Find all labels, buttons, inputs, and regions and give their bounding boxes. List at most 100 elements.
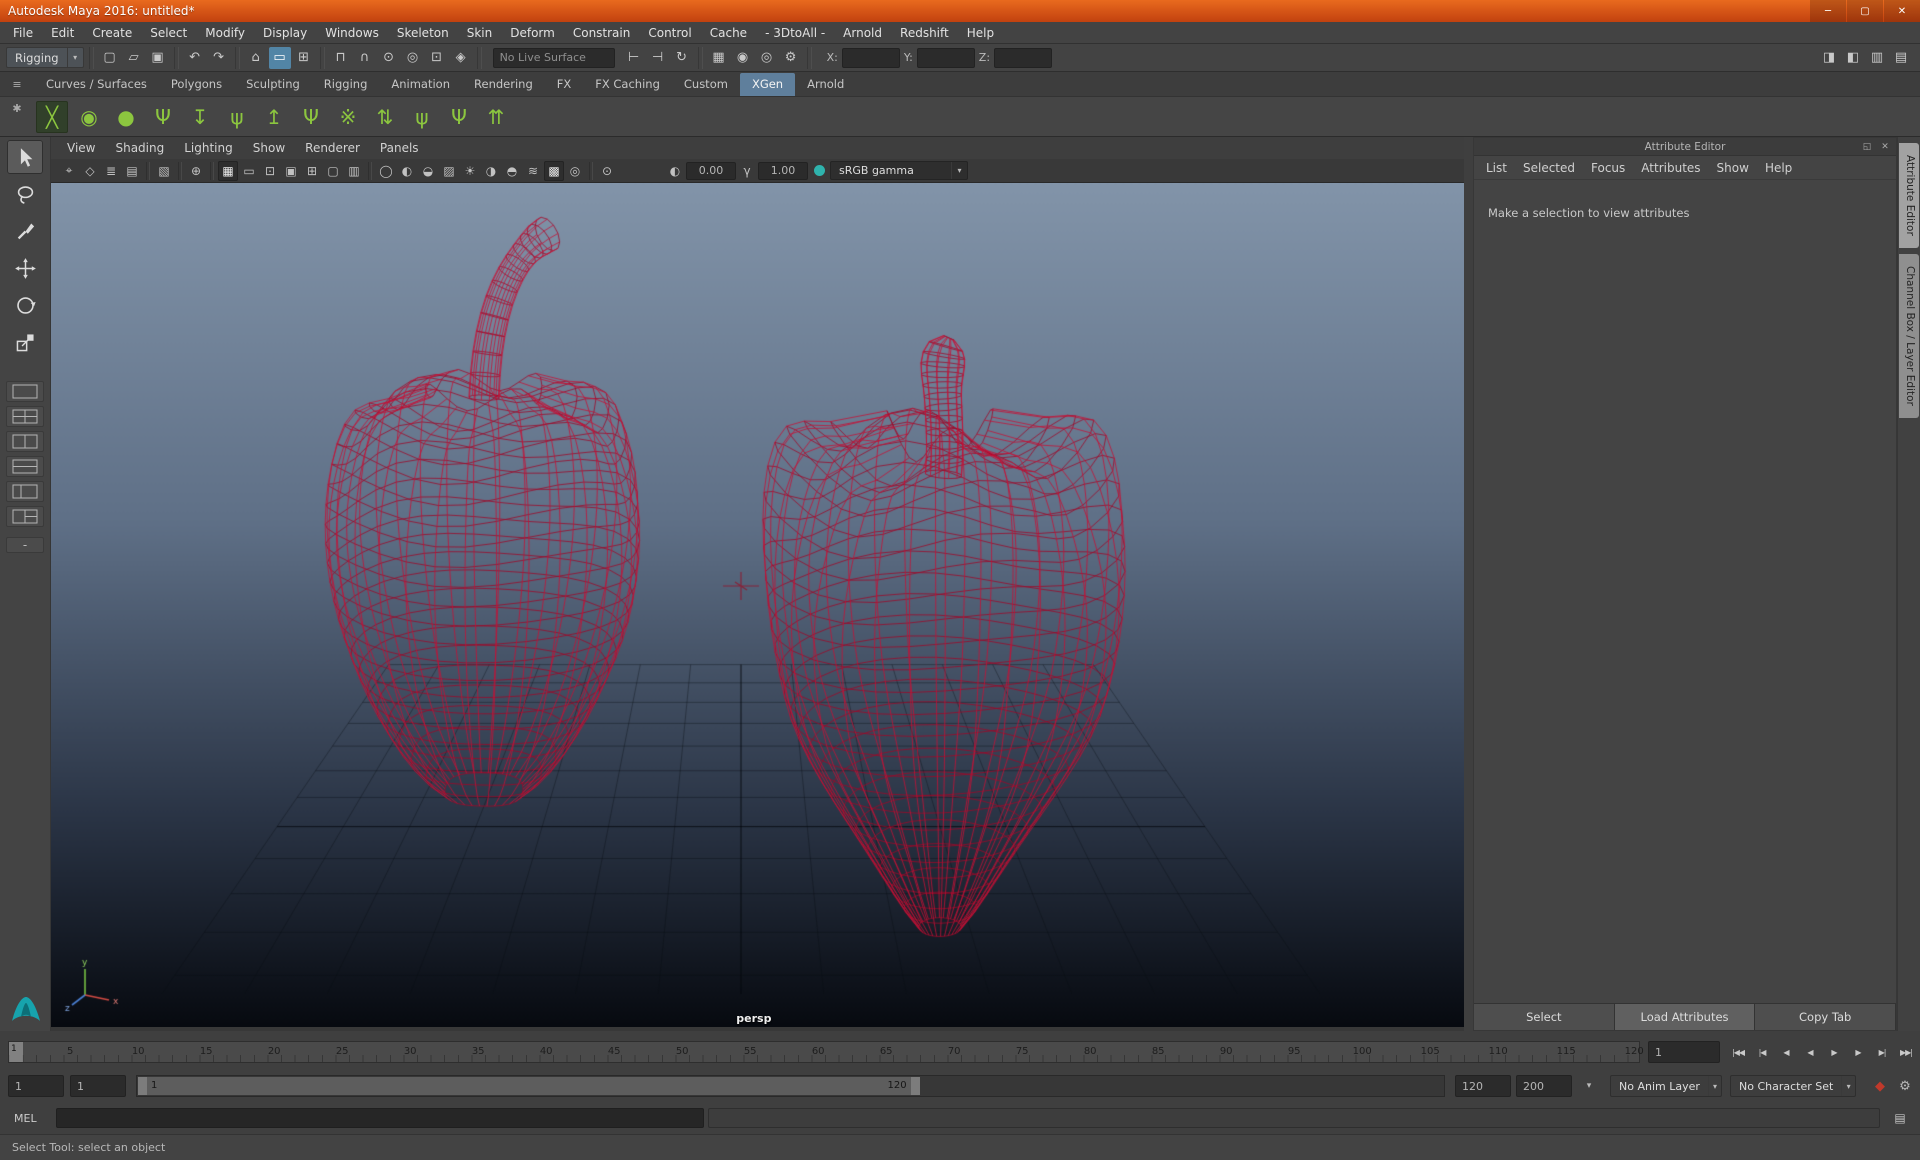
ae-menu-list[interactable]: List xyxy=(1478,156,1515,179)
shelf-tab-fx-caching[interactable]: FX Caching xyxy=(583,73,672,96)
save-scene-icon[interactable]: ▣ xyxy=(147,47,169,69)
safe-action-icon[interactable]: ▢ xyxy=(323,161,343,181)
input-connections-icon[interactable]: ⊢ xyxy=(623,47,645,69)
select-by-component-icon[interactable]: ⊞ xyxy=(293,47,315,69)
undo-icon[interactable]: ↶ xyxy=(184,47,206,69)
menu-skeleton[interactable]: Skeleton xyxy=(388,22,458,43)
menu-create[interactable]: Create xyxy=(83,22,141,43)
close-panel-icon[interactable]: ✕ xyxy=(1878,140,1892,154)
live-surface-field[interactable]: No Live Surface xyxy=(492,47,615,68)
select-by-object-icon[interactable]: ▭ xyxy=(268,46,291,69)
toggle-channel-box-icon[interactable]: ▤ xyxy=(1890,47,1912,69)
gamma-field[interactable]: 1.00 xyxy=(758,161,808,180)
shadows-icon[interactable]: ◑ xyxy=(481,161,501,181)
go-to-end-button[interactable]: ▶▶| xyxy=(1894,1041,1918,1063)
xgen-lift-guides-icon[interactable]: ↥ xyxy=(258,101,290,133)
step-forward-frame-button[interactable]: ▶| xyxy=(1870,1041,1894,1063)
field-chart-icon[interactable]: ⊞ xyxy=(302,161,322,181)
shelf-tab-custom[interactable]: Custom xyxy=(672,73,740,96)
menu-select[interactable]: Select xyxy=(141,22,196,43)
anim-layer-selector[interactable]: No Anim Layer ▾ xyxy=(1610,1075,1722,1097)
toggle-modeling-toolkit-icon[interactable]: ◨ xyxy=(1818,47,1840,69)
step-back-frame-button[interactable]: |◀ xyxy=(1750,1041,1774,1063)
float-panel-icon[interactable]: ◱ xyxy=(1860,140,1874,154)
xgen-comb-guides-icon[interactable]: ψ xyxy=(221,101,253,133)
menu-set-selector[interactable]: Rigging ▾ xyxy=(6,47,84,68)
xgen-export-patches-icon[interactable]: ⇈ xyxy=(480,101,512,133)
time-slider-track[interactable]: 1 5 10 15 20 25 30 35 40 45 50 55 60 65 70 75 80 85 90 95 1… xyxy=(8,1041,1644,1063)
x-field[interactable] xyxy=(841,47,900,68)
render-view-icon[interactable]: ▦ xyxy=(708,47,730,69)
multisample-icon[interactable]: ▩ xyxy=(544,160,564,181)
character-set-selector[interactable]: No Character Set ▾ xyxy=(1730,1075,1856,1097)
script-editor-icon[interactable]: ▤ xyxy=(1888,1108,1912,1128)
play-forwards-button[interactable]: ▶ xyxy=(1822,1041,1846,1063)
menu-arnold[interactable]: Arnold xyxy=(834,22,891,43)
select-by-hierarchy-icon[interactable]: ⌂ xyxy=(245,47,267,69)
close-button[interactable]: ✕ xyxy=(1884,0,1920,22)
open-scene-icon[interactable]: ▱ xyxy=(123,47,145,69)
isolate-select-icon[interactable]: ⊙ xyxy=(597,161,617,181)
xgen-update-preview-icon[interactable]: ◉ xyxy=(73,101,105,133)
resolution-gate-icon[interactable]: ⊡ xyxy=(260,161,280,181)
wireframe-on-shaded-icon[interactable]: ◒ xyxy=(418,161,438,181)
shelf-tab-sculpting[interactable]: Sculpting xyxy=(234,73,312,96)
render-settings-icon[interactable]: ⚙ xyxy=(780,47,802,69)
menu-3dtoall[interactable]: - 3DtoAll - xyxy=(756,22,834,43)
menu-control[interactable]: Control xyxy=(639,22,700,43)
shelf-tab-xgen[interactable]: XGen xyxy=(739,73,796,96)
auto-keyframe-icon[interactable]: ◆ xyxy=(1869,1075,1891,1097)
xgen-create-description-icon[interactable]: ╳ xyxy=(36,100,68,133)
camera-attributes-icon[interactable]: ≣ xyxy=(101,161,121,181)
play-backwards-button[interactable]: ◀ xyxy=(1798,1041,1822,1063)
shelf-tab-animation[interactable]: Animation xyxy=(379,73,462,96)
film-gate-icon[interactable]: ▭ xyxy=(239,161,259,181)
panel-menu-view[interactable]: View xyxy=(57,137,105,159)
safe-title-icon[interactable]: ▥ xyxy=(344,161,364,181)
use-all-lights-icon[interactable]: ☀ xyxy=(460,161,480,181)
command-language-toggle[interactable]: MEL xyxy=(0,1112,42,1125)
panel-menu-renderer[interactable]: Renderer xyxy=(295,137,370,159)
snap-to-point-icon[interactable]: ⊙ xyxy=(378,47,400,69)
construction-history-icon[interactable]: ↻ xyxy=(671,47,693,69)
layout-two-side-by-side[interactable] xyxy=(6,431,44,452)
ae-menu-selected[interactable]: Selected xyxy=(1515,156,1583,179)
animation-preferences-icon[interactable]: ⚙ xyxy=(1894,1075,1916,1097)
toggle-attribute-editor-icon[interactable]: ◧ xyxy=(1842,47,1864,69)
menu-display[interactable]: Display xyxy=(254,22,316,43)
shelf-tab-arnold[interactable]: Arnold xyxy=(795,73,856,96)
sidebar-tab-attribute-editor[interactable]: Attribute Editor xyxy=(1899,143,1919,248)
y-field[interactable] xyxy=(916,47,975,68)
ae-menu-show[interactable]: Show xyxy=(1709,156,1757,179)
menu-redshift[interactable]: Redshift xyxy=(891,22,958,43)
shelf-tab-fx[interactable]: FX xyxy=(545,73,584,96)
panel-menu-shading[interactable]: Shading xyxy=(105,137,174,159)
go-to-start-button[interactable]: |◀◀ xyxy=(1726,1041,1750,1063)
exposure-icon[interactable]: ◐ xyxy=(665,161,685,181)
step-back-key-button[interactable]: ◀ xyxy=(1774,1041,1798,1063)
xgen-add-guides-icon[interactable]: Ψ xyxy=(147,101,179,133)
minimize-button[interactable]: ─ xyxy=(1810,0,1846,22)
toggle-tool-settings-icon[interactable]: ▥ xyxy=(1866,47,1888,69)
color-management-icon[interactable] xyxy=(809,161,829,181)
lasso-tool[interactable] xyxy=(7,177,43,211)
shelf-options-icon[interactable]: ✱ xyxy=(8,100,26,116)
xgen-edit-guides-icon[interactable]: Ψ xyxy=(295,101,327,133)
xgen-density-brush-icon[interactable]: ※ xyxy=(332,101,364,133)
depth-of-field-icon[interactable]: ◎ xyxy=(565,161,585,181)
shelf-tab-rigging[interactable]: Rigging xyxy=(312,73,380,96)
layout-four-view[interactable] xyxy=(6,406,44,427)
menu-deform[interactable]: Deform xyxy=(501,22,564,43)
layout-persp-outliner[interactable] xyxy=(6,481,44,502)
playback-start-field[interactable]: 1 xyxy=(70,1075,126,1097)
z-field[interactable] xyxy=(994,47,1053,68)
make-live-icon[interactable]: ◈ xyxy=(450,47,472,69)
select-button[interactable]: Select xyxy=(1474,1004,1615,1030)
menu-modify[interactable]: Modify xyxy=(196,22,254,43)
redo-icon[interactable]: ↷ xyxy=(208,47,230,69)
xgen-sphere-brush-icon[interactable]: ● xyxy=(110,101,142,133)
gamma-icon[interactable]: γ xyxy=(737,161,757,181)
current-frame-field[interactable]: 1 xyxy=(1648,1041,1720,1063)
move-tool[interactable] xyxy=(7,251,43,285)
range-slider-bar[interactable]: 1 120 xyxy=(138,1077,920,1095)
